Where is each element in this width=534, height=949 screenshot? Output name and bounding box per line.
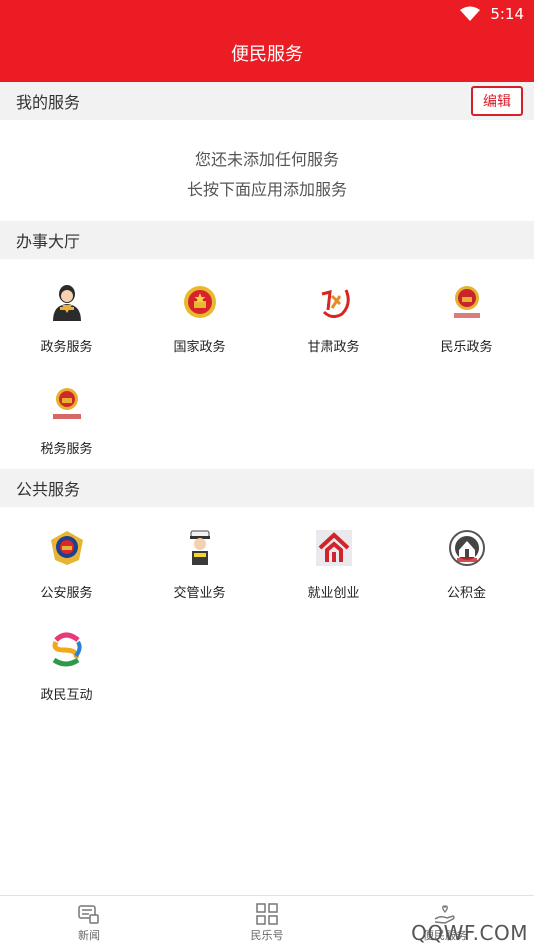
public-item-label: 政民互动: [40, 688, 93, 703]
public-title: 公共服务: [16, 480, 81, 499]
traffic-police-icon: [180, 528, 220, 568]
national-emblem-icon: [180, 282, 220, 322]
page-title: 便民服务: [231, 44, 303, 65]
hall-item-label: 政务服务: [40, 340, 93, 355]
watermark-text: QQWF.COM: [411, 921, 528, 945]
public-item-label: 就业创业: [307, 586, 360, 601]
tab-minle[interactable]: 民乐号: [178, 896, 356, 949]
housing-fund-icon: [447, 528, 487, 568]
edit-button[interactable]: 编辑: [471, 86, 523, 116]
hall-item-national-gov[interactable]: 国家政务: [133, 264, 266, 360]
interaction-icon: [47, 630, 87, 670]
news-icon: [78, 905, 99, 924]
grid-icon: [256, 903, 278, 925]
tax-service-icon: [47, 384, 87, 424]
minle-gov-icon: [447, 282, 487, 322]
app-bar: 5:14 便民服务: [0, 0, 534, 82]
public-item-housing-fund[interactable]: 公积金: [400, 510, 533, 606]
government-service-icon: [47, 282, 87, 322]
public-item-label: 公安服务: [40, 586, 93, 601]
tab-news[interactable]: 新闻: [0, 896, 178, 949]
empty-hint-1: 您还未添加任何服务: [194, 150, 339, 169]
my-services-header: 我的服务 编辑: [0, 82, 534, 120]
hall-item-label: 国家政务: [173, 340, 226, 355]
hall-section-header: 办事大厅: [0, 221, 534, 259]
public-item-traffic[interactable]: 交管业务: [133, 510, 266, 606]
hall-item-label: 甘肃政务: [307, 340, 360, 355]
public-item-police[interactable]: 公安服务: [0, 510, 133, 606]
tab-news-label: 新闻: [78, 929, 100, 942]
police-badge-icon: [47, 528, 87, 568]
public-section-header: 公共服务: [0, 469, 534, 507]
hall-item-minle-gov[interactable]: 民乐政务: [400, 264, 533, 360]
my-services-title: 我的服务: [16, 93, 81, 112]
hall-item-label: 税务服务: [40, 442, 93, 457]
public-item-employment[interactable]: 就业创业: [267, 510, 400, 606]
public-item-interaction[interactable]: 政民互动: [0, 612, 133, 708]
hall-title: 办事大厅: [16, 232, 81, 251]
gansu-gov-icon: [314, 282, 354, 322]
public-item-label: 公积金: [446, 586, 486, 601]
hall-item-label: 民乐政务: [440, 340, 493, 355]
wifi-icon: [460, 6, 481, 21]
status-bar: 5:14: [460, 0, 534, 28]
hall-item-gov-service[interactable]: 政务服务: [0, 264, 133, 360]
bottom-nav: 新闻 民乐号 便民服务 QQWF.COM: [0, 895, 534, 949]
hall-item-gansu-gov[interactable]: 甘肃政务: [267, 264, 400, 360]
tab-minle-label: 民乐号: [250, 929, 284, 942]
hall-item-tax-service[interactable]: 税务服务: [0, 366, 133, 462]
status-time: 5:14: [490, 5, 524, 23]
empty-hint-2: 长按下面应用添加服务: [186, 180, 347, 199]
employment-icon: [314, 528, 354, 568]
public-item-label: 交管业务: [173, 586, 226, 601]
